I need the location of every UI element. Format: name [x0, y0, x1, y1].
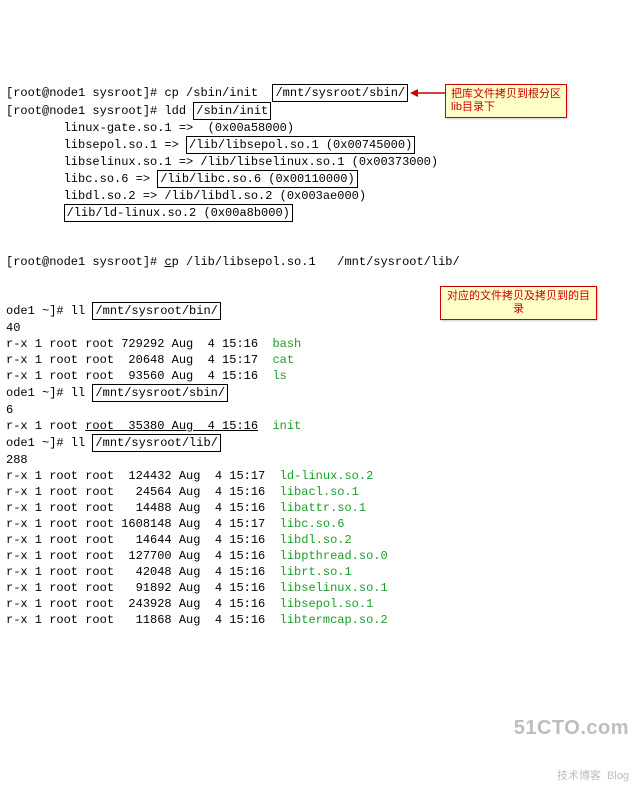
ldd-line: libsepol.so.1 =>	[6, 138, 179, 152]
ls-row: r-x 1 root root 243928 Aug 4 15:16	[6, 597, 265, 611]
ls-row: r-x 1 root root 14644 Aug 4 15:16	[6, 533, 265, 547]
ls-row-u: root 35380 Aug 4 15:16	[85, 419, 258, 433]
path-box: /mnt/sysroot/sbin/	[272, 84, 408, 102]
callout-note: 把库文件拷贝到根分区lib目录下	[445, 84, 567, 118]
ls-row: r-x 1 root root 124432 Aug 4 15:17	[6, 469, 265, 483]
filename: librt.so.1	[280, 565, 352, 579]
ls-row: r-x 1 root root 24564 Aug 4 15:16	[6, 485, 265, 499]
path-box: /mnt/sysroot/bin/	[92, 302, 220, 320]
ls-row: r-x 1 root root 14488 Aug 4 15:16	[6, 501, 265, 515]
ls-row: r-x 1 root root 729292 Aug 4 15:16	[6, 337, 258, 351]
watermark-tag: 技术博客 Blog	[514, 768, 629, 784]
cmd: ldd	[164, 104, 193, 118]
ldd-line	[6, 206, 56, 220]
watermark-brand: 51CTO.com	[514, 720, 629, 736]
filename: ls	[272, 369, 286, 383]
ls-row: r-x 1 root	[6, 419, 78, 433]
lib-box: /lib/libsepol.so.1 (0x00745000)	[186, 136, 415, 154]
ls-row: r-x 1 root root 20648 Aug 4 15:17	[6, 353, 258, 367]
lib-box: /lib/libc.so.6 (0x00110000)	[157, 170, 357, 188]
ls-row: r-x 1 root root 1608148 Aug 4 15:17	[6, 517, 265, 531]
cmd: cp /sbin/init	[164, 86, 258, 100]
filename: libattr.so.1	[280, 501, 366, 515]
filename: cat	[272, 353, 294, 367]
prompt: [root@node1 sysroot]#	[6, 255, 157, 269]
ldd-line: linux-gate.so.1 => (0x00a58000)	[6, 121, 294, 135]
filename: libc.so.6	[280, 517, 345, 531]
ls-row: r-x 1 root root 42048 Aug 4 15:16	[6, 565, 265, 579]
cursor-char: c	[164, 255, 171, 269]
prompt: [root@node1 sysroot]#	[6, 86, 157, 100]
total: 288	[6, 453, 28, 467]
filename: libsepol.so.1	[280, 597, 374, 611]
total: 6	[6, 403, 13, 417]
filename: libacl.so.1	[280, 485, 359, 499]
ls-row: r-x 1 root root 127700 Aug 4 15:16	[6, 549, 265, 563]
ls-row: r-x 1 root root 93560 Aug 4 15:16	[6, 369, 258, 383]
prompt: ode1 ~]# ll	[6, 436, 85, 450]
ldd-line: libselinux.so.1 => /lib/libselinux.so.1 …	[6, 155, 438, 169]
prompt: [root@node1 sysroot]#	[6, 104, 157, 118]
ldd-line: libc.so.6 =>	[6, 172, 150, 186]
filename: libselinux.so.1	[280, 581, 388, 595]
filename: ld-linux.so.2	[280, 469, 374, 483]
filename: bash	[272, 337, 301, 351]
filename: libtermcap.so.2	[280, 613, 388, 627]
ls-row: r-x 1 root root 11868 Aug 4 15:16	[6, 613, 265, 627]
path-box: /mnt/sysroot/sbin/	[92, 384, 228, 402]
ls-row: r-x 1 root root 91892 Aug 4 15:16	[6, 581, 265, 595]
lib-box: /lib/ld-linux.so.2 (0x00a8b000)	[64, 204, 293, 222]
path-box: /mnt/sysroot/lib/	[92, 434, 220, 452]
prompt: ode1 ~]# ll	[6, 386, 85, 400]
path-box: /sbin/init	[193, 102, 271, 120]
total: 40	[6, 321, 20, 335]
filename: init	[272, 419, 301, 433]
callout-note: 对应的文件拷贝及拷贝到的目录	[440, 286, 597, 320]
watermark: 51CTO.com 技术博客 Blog	[514, 688, 629, 800]
filename: libpthread.so.0	[280, 549, 388, 563]
callout-arrow-icon	[410, 88, 446, 98]
filename: libdl.so.2	[280, 533, 352, 547]
cmd: p /lib/libsepol.so.1 /mnt/sysroot/lib/	[172, 255, 460, 269]
ldd-line: libdl.so.2 => /lib/libdl.so.2 (0x003ae00…	[6, 189, 366, 203]
prompt: ode1 ~]# ll	[6, 304, 85, 318]
